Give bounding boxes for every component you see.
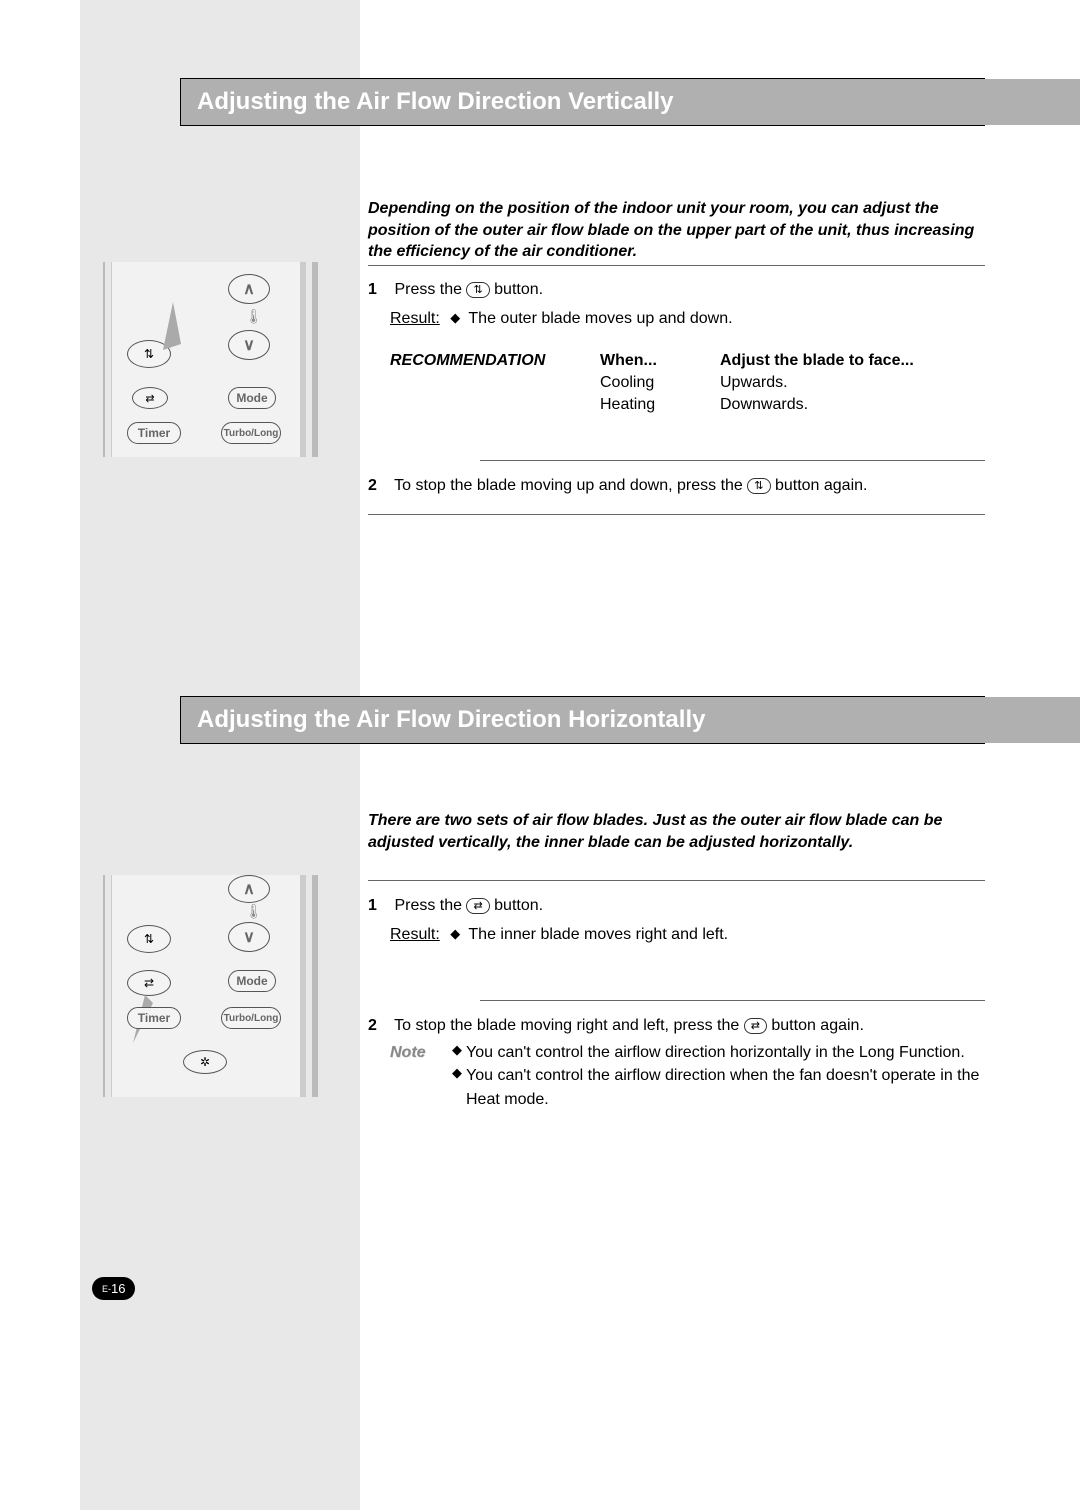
recommendation-head-adjust: Adjust the blade to face... <box>720 352 985 370</box>
note-item-0: You can't control the airflow direction … <box>466 1041 985 1064</box>
diamond-bullet-icon: ◆ <box>450 925 460 944</box>
remote-timer-button: Timer <box>127 1007 181 1029</box>
intro-text-vertical: Depending on the position of the indoor … <box>368 198 985 263</box>
divider <box>480 1000 985 1001</box>
recommendation-when-0: Cooling <box>600 374 720 392</box>
intro-text-horizontal: There are two sets of air flow blades. J… <box>368 810 985 853</box>
recommendation-when-1: Heating <box>600 396 720 414</box>
note-item-1: You can't control the airflow direction … <box>466 1064 985 1110</box>
pointer-arrow-icon <box>163 302 203 352</box>
section-title-bar-horizontal: Adjusting the Air Flow Direction Horizon… <box>180 696 985 744</box>
remote-mode-button: Mode <box>228 970 276 992</box>
diamond-bullet-icon: ◆ <box>452 1041 462 1064</box>
recommendation-block: RECOMMENDATION When... Adjust the blade … <box>390 352 985 414</box>
thermometer-icon: 🌡 <box>245 308 263 325</box>
fan-icon: ✲ <box>200 1055 210 1069</box>
remote-up-button: ∧ <box>228 274 270 304</box>
divider <box>368 880 985 881</box>
remote-fan-button: ✲ <box>183 1050 227 1074</box>
thermometer-icon: 🌡 <box>245 903 263 920</box>
page-number-badge: E-16 <box>92 1277 135 1300</box>
step-1-vertical: 1 Press the ⇅ button. Result: ◆ The oute… <box>368 278 985 330</box>
recommendation-head-when: When... <box>600 352 720 370</box>
remote-turbolong-button: Turbo/Long <box>221 1007 281 1029</box>
swing-vertical-icon: ⇅ <box>144 347 154 361</box>
remote-down-button: ∨ <box>228 330 270 360</box>
swing-vertical-icon: ⇅ <box>747 478 770 494</box>
remote-swing-horizontal-button: ⇄ <box>127 970 171 996</box>
chevron-up-icon: ∧ <box>243 279 255 299</box>
chevron-down-icon: ∨ <box>243 335 255 355</box>
divider <box>368 514 985 515</box>
recommendation-adjust-0: Upwards. <box>720 374 985 392</box>
step-2-vertical: 2 To stop the blade moving up and down, … <box>368 474 985 497</box>
chevron-down-icon: ∨ <box>243 927 255 947</box>
note-label: Note <box>390 1041 446 1064</box>
divider <box>368 265 985 266</box>
remote-diagram-horizontal: ∧ 🌡 ∨ ⇅ ⇄ Mode Timer Turbo/Long ✲ <box>103 875 318 1097</box>
diamond-bullet-icon: ◆ <box>450 309 460 328</box>
swing-vertical-icon: ⇅ <box>144 932 154 946</box>
remote-swing-vertical-button: ⇅ <box>127 925 171 953</box>
swing-horizontal-icon: ⇄ <box>145 392 154 405</box>
remote-timer-button: Timer <box>127 422 181 444</box>
swing-horizontal-icon: ⇄ <box>466 898 489 914</box>
swing-horizontal-icon: ⇄ <box>744 1018 767 1034</box>
step-1-horizontal: 1 Press the ⇄ button. Result: ◆ The inne… <box>368 894 985 946</box>
diamond-bullet-icon: ◆ <box>452 1064 462 1110</box>
step-2-horizontal: 2 To stop the blade moving right and lef… <box>368 1014 985 1111</box>
section-title-bar-vertical: Adjusting the Air Flow Direction Vertica… <box>180 78 985 126</box>
swing-vertical-icon: ⇅ <box>466 282 489 298</box>
section-title-vertical: Adjusting the Air Flow Direction Vertica… <box>197 88 674 116</box>
remote-swing-horizontal-button: ⇄ <box>132 387 168 409</box>
section-title-horizontal: Adjusting the Air Flow Direction Horizon… <box>197 706 705 734</box>
recommendation-adjust-1: Downwards. <box>720 396 985 414</box>
remote-mode-button: Mode <box>228 387 276 409</box>
swing-horizontal-icon: ⇄ <box>144 976 154 990</box>
remote-turbolong-button: Turbo/Long <box>221 422 281 444</box>
remote-down-button: ∨ <box>228 922 270 952</box>
recommendation-label: RECOMMENDATION <box>390 352 600 370</box>
divider <box>480 460 985 461</box>
remote-up-button: ∧ <box>228 875 270 903</box>
chevron-up-icon: ∧ <box>243 879 255 899</box>
remote-diagram-vertical: ∧ ∨ 🌡 ⇅ ⇄ Mode Timer Turbo/Long <box>103 262 318 457</box>
